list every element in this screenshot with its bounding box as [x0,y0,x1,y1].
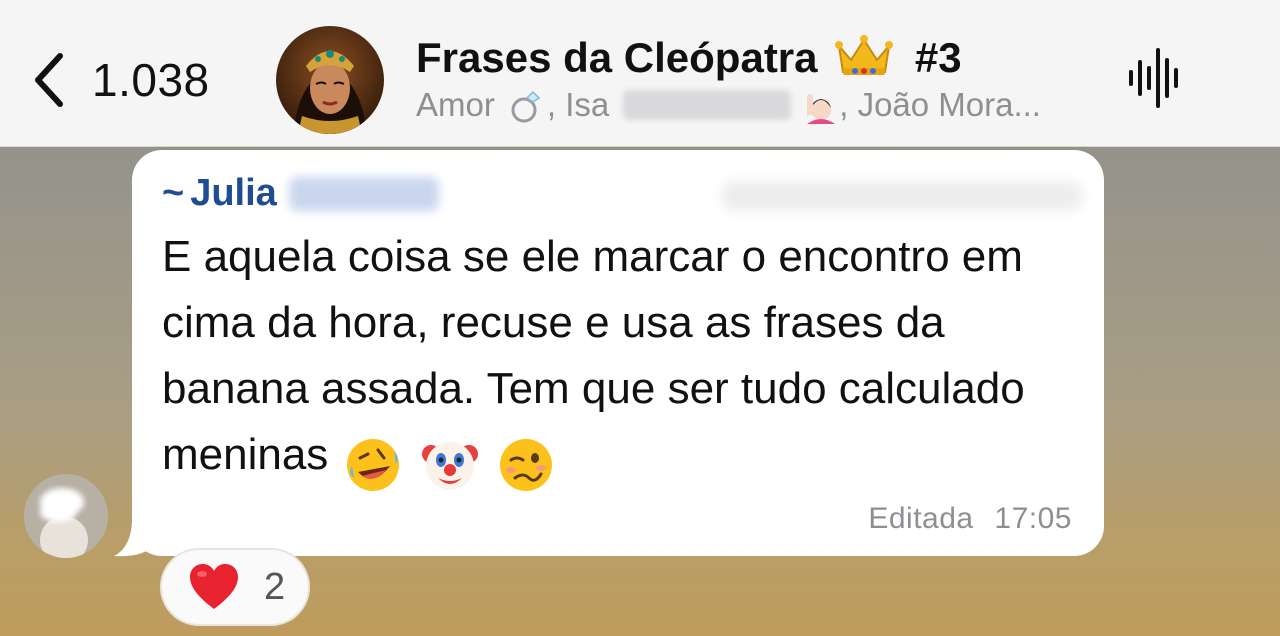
message-meta: Editada 17:05 [868,502,1072,536]
rolling-on-floor-laughing-icon [347,439,400,492]
group-avatar[interactable] [276,26,384,134]
edited-label: Editada [868,502,974,535]
participants-list[interactable]: Amor , Isa , João Mora... [416,86,1096,124]
woozy-face-icon [499,439,552,492]
redacted-name [623,90,792,120]
chat-header: 1.038 Frases da Cleópatra #3 Amor , Isa … [0,0,1280,147]
reaction-count: 2 [264,565,286,608]
message-bubble[interactable]: ~ Julia E aquela coisa se ele marcar o e… [132,150,1104,556]
ring-icon [511,90,541,123]
group-title[interactable]: Frases da Cleópatra #3 [416,34,962,82]
crown-icon [835,35,894,75]
message-emojis [344,430,560,496]
redacted-phone [722,182,1082,210]
clown-face-icon [421,442,478,491]
red-heart-icon [190,564,238,609]
chevron-left-icon [35,53,63,107]
reaction-pill[interactable]: 2 [160,548,310,626]
redacted-surname [288,176,439,211]
unread-count: 1.038 [92,54,210,106]
message-body: E aquela coisa se ele marcar o encontro … [162,232,1025,479]
participant-name: João Mora... [857,86,1041,123]
sender-name[interactable]: ~ Julia [162,172,439,215]
message-time: 17:05 [994,502,1072,535]
message-text: E aquela coisa se ele marcar o encontro … [162,224,1092,496]
participant-name: Amor [416,86,495,123]
woman-raising-hand-icon [807,94,836,124]
participant-name: Isa [565,86,610,123]
sender-avatar[interactable] [24,474,108,558]
group-title-suffix: #3 [914,34,962,81]
audio-waveform-icon[interactable] [1126,46,1184,110]
sender-name-label: Julia [190,172,277,214]
back-button[interactable]: 1.038 [30,40,210,120]
group-name: Frases da Cleópatra [416,34,818,81]
